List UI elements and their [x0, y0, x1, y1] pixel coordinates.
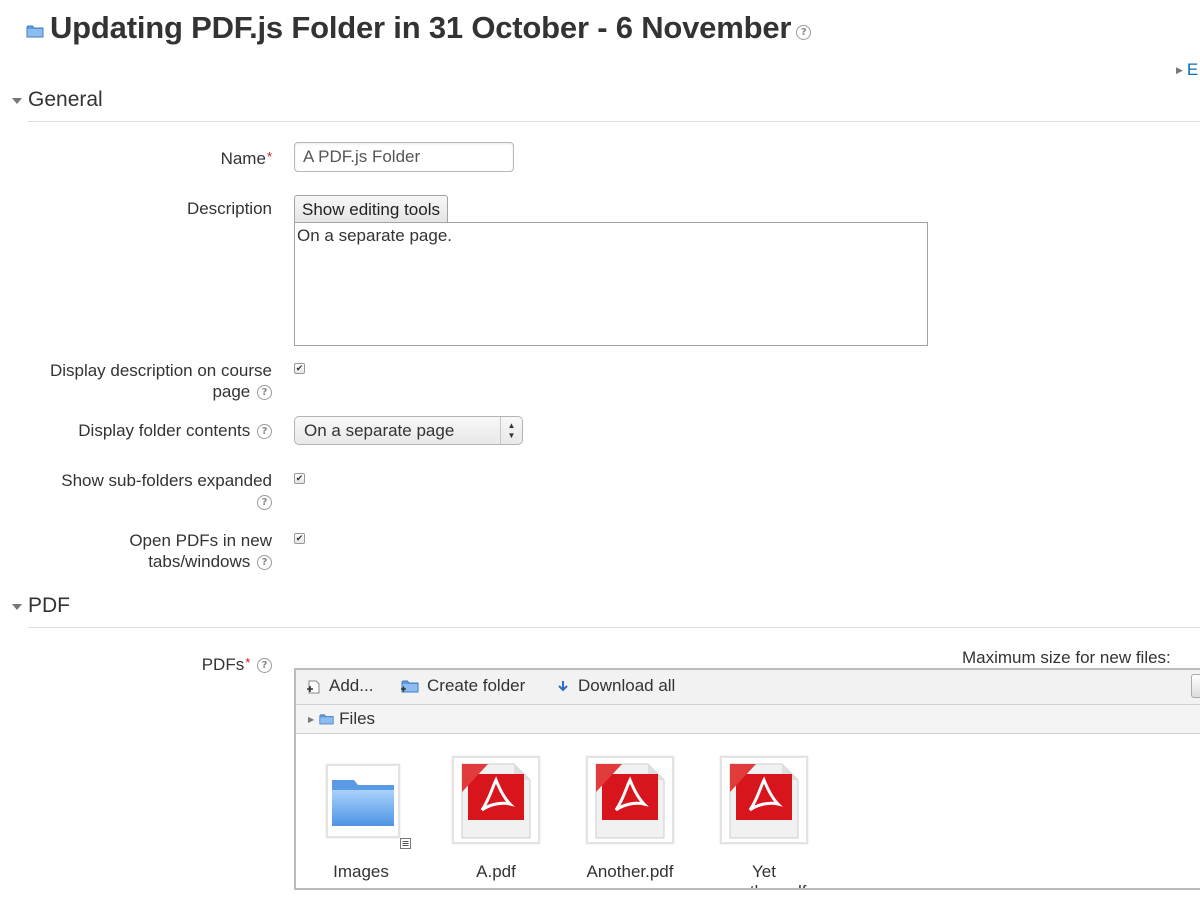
add-file-button[interactable]: Add... — [306, 676, 373, 696]
open-pdfs-label: Open PDFs in new tabs/windows ? — [129, 531, 272, 571]
file-item-label: Another.pdf — [586, 862, 674, 881]
max-size-label: Maximum size for new files: — [962, 648, 1171, 667]
page-title-row: Updating PDF.js Folder in 31 October - 6… — [26, 10, 812, 46]
triangle-right-icon: ▶ — [308, 714, 315, 724]
path-root-files[interactable]: ▶ Files — [308, 709, 375, 729]
show-subfolders-checkbox[interactable]: ✔ — [294, 473, 305, 484]
create-folder-button[interactable]: Create folder — [401, 676, 525, 696]
show-subfolders-label: Show sub-folders expanded ? — [61, 471, 272, 511]
section-header-general[interactable]: General — [12, 88, 103, 112]
file-item-images[interactable] — [318, 756, 411, 849]
view-mode-button[interactable] — [1191, 674, 1200, 698]
required-marker: * — [245, 655, 251, 670]
caret-down-icon — [12, 98, 22, 104]
file-item-a-pdf[interactable] — [452, 756, 540, 844]
help-icon[interactable]: ? — [257, 385, 272, 401]
folder-thumbnail — [326, 764, 400, 838]
folder-icon — [319, 714, 334, 725]
description-label: Description — [186, 199, 272, 218]
pdf-file-icon — [729, 763, 799, 839]
file-item-label: Yet another.pdf — [721, 862, 806, 888]
help-icon[interactable]: ? — [257, 658, 272, 674]
folder-icon — [332, 780, 394, 826]
show-editing-tools-button[interactable]: Show editing tools — [294, 195, 448, 223]
pdf-file-icon — [461, 763, 531, 839]
open-pdfs-checkbox[interactable]: ✔ — [294, 533, 305, 544]
file-item-yet-another-pdf[interactable] — [720, 756, 808, 844]
description-textarea[interactable]: On a separate page. — [294, 222, 928, 346]
add-file-icon — [307, 680, 320, 693]
required-marker: * — [266, 149, 272, 164]
file-item-label: Images — [333, 862, 389, 881]
folder-icon — [26, 25, 44, 38]
file-item-another-pdf[interactable] — [586, 756, 674, 844]
display-folder-contents-label: Display folder contents ? — [10, 420, 272, 441]
section-title-general: General — [28, 88, 103, 111]
create-folder-icon — [401, 680, 419, 693]
display-description-label: Display description on course page ? — [49, 361, 272, 401]
download-all-button[interactable]: Download all — [556, 676, 675, 696]
download-arrow-icon — [558, 681, 568, 692]
help-icon[interactable]: ? — [257, 424, 272, 440]
pdfs-label: PDFs* ? — [10, 652, 272, 675]
file-path-bar — [296, 705, 1200, 734]
section-title-pdf: PDF — [28, 594, 70, 617]
file-item-label: A.pdf — [476, 862, 516, 881]
name-label: Name* — [220, 149, 272, 168]
display-folder-contents-select[interactable]: On a separate page ▲ ▼ — [294, 416, 523, 445]
section-divider — [28, 627, 1200, 628]
page-title: Updating PDF.js Folder in 31 October - 6… — [50, 10, 792, 45]
section-divider — [28, 121, 1200, 122]
help-icon[interactable]: ? — [257, 495, 272, 511]
name-input[interactable] — [294, 142, 514, 172]
triangle-right-icon: ▶ — [1176, 65, 1183, 75]
display-description-checkbox[interactable]: ✔ — [294, 363, 305, 374]
pdf-file-icon — [595, 763, 665, 839]
expand-all-link[interactable]: ▶ E — [1176, 60, 1198, 80]
context-menu-icon[interactable] — [400, 838, 411, 849]
section-header-pdf[interactable]: PDF — [12, 594, 70, 618]
help-icon[interactable]: ? — [257, 555, 272, 571]
select-arrows-icon: ▲ ▼ — [500, 417, 522, 444]
caret-down-icon — [12, 604, 22, 610]
help-icon[interactable]: ? — [796, 24, 812, 40]
